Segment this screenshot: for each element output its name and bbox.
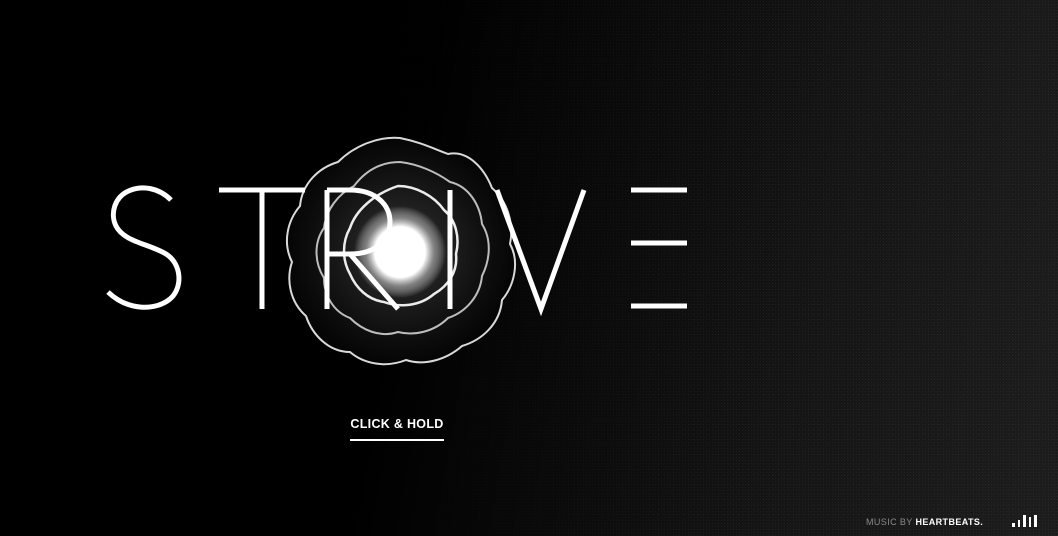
hero-letter-e <box>631 187 687 309</box>
hero-letter-v <box>494 189 587 317</box>
sound-bar <box>1012 523 1015 527</box>
hero-letter-r <box>324 187 400 311</box>
landing-stage[interactable]: CLICK & HOLD MUSIC BY HEARTBEATS. <box>0 0 1058 536</box>
music-credit-brand[interactable]: HEARTBEATS. <box>915 517 983 527</box>
hero-title <box>106 185 687 317</box>
sound-bars-icon[interactable] <box>1012 515 1042 527</box>
sound-bar <box>1017 520 1020 527</box>
sound-bar <box>1028 517 1031 527</box>
click-and-hold-button[interactable]: CLICK & HOLD <box>350 417 444 441</box>
sound-bar <box>1023 515 1026 527</box>
hero-letter-t <box>219 187 305 309</box>
music-credit[interactable]: MUSIC BY HEARTBEATS. <box>866 517 983 527</box>
sound-bar <box>1034 515 1037 527</box>
hero-letter-s <box>106 185 182 310</box>
music-credit-prefix: MUSIC BY <box>866 517 913 527</box>
